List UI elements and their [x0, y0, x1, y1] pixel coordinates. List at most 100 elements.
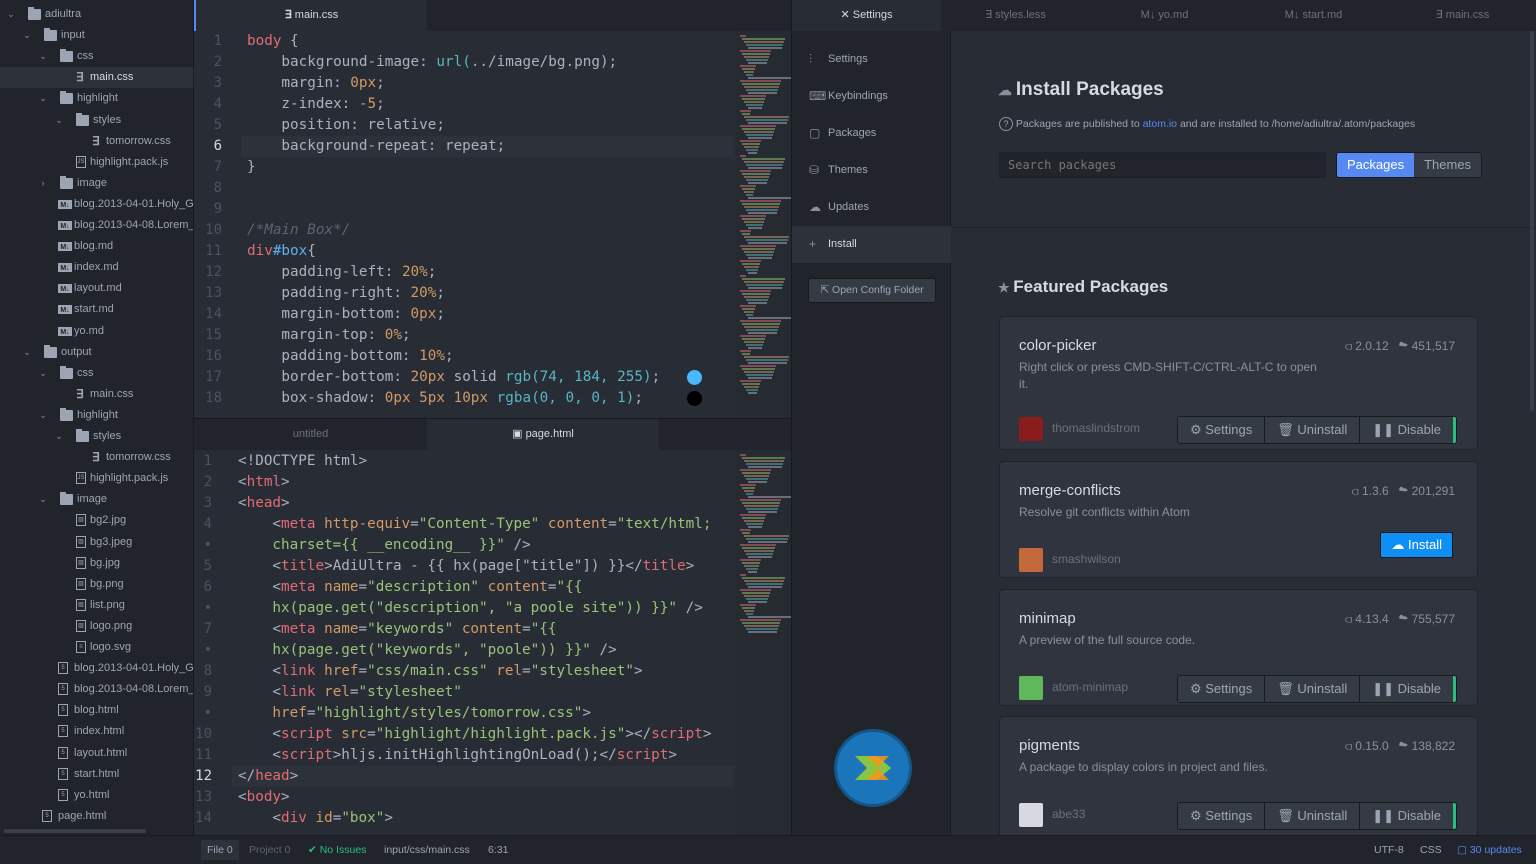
tree-item-file[interactable]: 5 page.html — [0, 806, 193, 827]
tree-item-file[interactable]: 5 blog.2013-04-08.Lorem_I — [0, 679, 193, 700]
tab-start-md[interactable]: M↓ start.md — [1239, 0, 1388, 31]
packages-toggle-button[interactable]: Packages — [1337, 153, 1415, 177]
linter-project-tab[interactable]: Project 0 — [243, 840, 296, 860]
cursor-position[interactable]: 6:31 — [488, 836, 508, 864]
tree-item-folder[interactable]: ⌄ styles — [0, 110, 193, 131]
tree-item-folder[interactable]: ⌄ output — [0, 342, 193, 363]
tree-item-file[interactable]: 5 start.html — [0, 764, 193, 785]
tab-main-css[interactable]: ∃ main.css — [194, 0, 427, 31]
disable-button[interactable]: ❚❚ Disable — [1360, 803, 1456, 829]
uninstall-button[interactable]: 🗑 Uninstall — [1265, 803, 1361, 829]
file-path[interactable]: input/css/main.css — [384, 836, 470, 864]
author-name[interactable]: abe33 — [1052, 807, 1085, 821]
package-settings-button[interactable]: ⚙ Settings — [1177, 803, 1266, 829]
linter-status[interactable]: ✔ No Issues — [308, 836, 366, 864]
disable-button[interactable]: ❚❚ Disable — [1360, 676, 1456, 702]
tab-page-html[interactable]: ▣ page.html — [427, 419, 659, 450]
linter-file-tab[interactable]: File 0 — [201, 840, 239, 860]
tree-item-folder[interactable]: ⌄ css — [0, 363, 193, 384]
package-name[interactable]: minimap — [1019, 610, 1076, 627]
uninstall-button[interactable]: 🗑 Uninstall — [1265, 417, 1361, 443]
tree-item-file[interactable]: M↓ start.md — [0, 299, 193, 320]
chevron-down-icon[interactable]: ⌄ — [54, 110, 64, 131]
tree-item-file[interactable]: M↓ blog.md — [0, 236, 193, 257]
settings-nav-settings[interactable]: ⫶ Settings — [792, 41, 951, 78]
tree-item-file[interactable]: 5 blog.2013-04-01.Holy_Gr — [0, 658, 193, 679]
tree-item-file[interactable]: JS highlight.pack.js — [0, 468, 193, 489]
tree-item-file[interactable]: M↓ blog.2013-04-01.Holy_Gr — [0, 194, 193, 215]
settings-nav-packages[interactable]: ▢ Packages — [792, 115, 951, 152]
tree-item-file[interactable]: ▨ bg.png — [0, 574, 193, 595]
tree-item-file[interactable]: M↓ layout.md — [0, 278, 193, 299]
package-settings-button[interactable]: ⚙ Settings — [1177, 676, 1266, 702]
tree-item-folder[interactable]: ⌄ css — [0, 46, 193, 67]
file-encoding[interactable]: UTF-8 — [1374, 836, 1404, 864]
tree-item-file[interactable]: JS highlight.pack.js — [0, 152, 193, 173]
tree-item-file[interactable]: ▨ list.png — [0, 595, 193, 616]
grammar-selector[interactable]: CSS — [1420, 836, 1442, 864]
tree-item-folder[interactable]: ⌄ highlight — [0, 88, 193, 109]
package-name[interactable]: color-picker — [1019, 337, 1097, 354]
settings-nav-updates[interactable]: ☁ Updates — [792, 189, 951, 226]
tree-item-folder[interactable]: ⌄ highlight — [0, 405, 193, 426]
tree-item-folder[interactable]: ⌄ styles — [0, 426, 193, 447]
author-name[interactable]: thomaslindstrom — [1052, 421, 1140, 435]
disable-button[interactable]: ❚❚ Disable — [1360, 417, 1456, 443]
tab-styles-less[interactable]: ∃ styles.less — [941, 0, 1090, 31]
tree-item-file[interactable]: ∃ tomorrow.css — [0, 131, 193, 152]
chevron-down-icon[interactable]: ⌄ — [22, 25, 32, 46]
themes-toggle-button[interactable]: Themes — [1414, 153, 1482, 177]
tree-item-file[interactable]: M↓ blog.2013-04-08.Lorem_I — [0, 215, 193, 236]
chevron-down-icon[interactable]: ⌄ — [6, 4, 16, 25]
settings-nav-keybindings[interactable]: ⌨ Keybindings — [792, 78, 951, 115]
updates-indicator[interactable]: ▢ 30 updates — [1457, 836, 1522, 864]
tab-untitled[interactable]: untitled — [194, 419, 427, 450]
tree-item-file[interactable]: ▨ bg3.jpeg — [0, 532, 193, 553]
tree-item-file[interactable]: M↓ yo.md — [0, 321, 193, 342]
tree-item-file[interactable]: ▨ logo.png — [0, 616, 193, 637]
scrollbar[interactable] — [1530, 31, 1534, 411]
tree-item-folder[interactable]: ⌄ input — [0, 25, 193, 46]
tree-item-file[interactable]: ∃ tomorrow.css — [0, 447, 193, 468]
tree-item-folder[interactable]: ⌄ image — [0, 489, 193, 510]
package-name[interactable]: pigments — [1019, 737, 1080, 754]
chevron-down-icon[interactable]: ⌄ — [54, 426, 64, 447]
chevron-down-icon[interactable]: ⌄ — [38, 405, 48, 426]
open-config-folder-button[interactable]: ⇱ Open Config Folder — [808, 278, 936, 303]
css-file-icon: ∃ — [1435, 9, 1446, 21]
tree-item-file[interactable]: ▨ bg.jpg — [0, 553, 193, 574]
tree-horizontal-scrollbar[interactable] — [4, 829, 146, 833]
package-name[interactable]: merge-conflicts — [1019, 482, 1121, 499]
tab-main-css[interactable]: ∃ main.css — [1388, 0, 1536, 31]
package-settings-button[interactable]: ⚙ Settings — [1177, 417, 1266, 443]
chevron-down-icon[interactable]: ⌄ — [38, 46, 48, 67]
tree-item-file[interactable]: M↓ index.md — [0, 257, 193, 278]
author-name[interactable]: smashwilson — [1052, 552, 1121, 566]
tree-item-file[interactable]: ≡ logo.svg — [0, 637, 193, 658]
author-name[interactable]: atom-minimap — [1052, 680, 1128, 694]
tree-item-file[interactable]: 5 index.html — [0, 721, 193, 742]
atom-io-link[interactable]: atom.io — [1143, 118, 1177, 130]
chevron-down-icon[interactable]: ⌄ — [38, 489, 48, 510]
settings-nav-themes[interactable]: ⛁ Themes — [792, 152, 951, 189]
tree-item-file[interactable]: 5 layout.html — [0, 743, 193, 764]
minimap[interactable] — [736, 450, 792, 836]
chevron-down-icon[interactable]: ⌄ — [38, 363, 48, 384]
settings-nav-install[interactable]: + Install — [792, 226, 951, 263]
chevron-right-icon[interactable]: › — [38, 173, 48, 194]
uninstall-button[interactable]: 🗑 Uninstall — [1265, 676, 1361, 702]
tree-item-folder[interactable]: › image — [0, 173, 193, 194]
tree-item-file[interactable]: 5 yo.html — [0, 785, 193, 806]
tree-item-file[interactable]: ∃ main.css — [0, 67, 193, 89]
tree-item-file[interactable]: 5 blog.html — [0, 700, 193, 721]
tree-item-file[interactable]: ▨ bg2.jpg — [0, 510, 193, 531]
tab-yo-md[interactable]: M↓ yo.md — [1090, 0, 1239, 31]
tree-item-folder[interactable]: ⌄ adiultra — [0, 4, 193, 25]
install-button[interactable]: ☁ Install — [1380, 532, 1453, 558]
chevron-down-icon[interactable]: ⌄ — [38, 88, 48, 109]
minimap[interactable] — [736, 31, 792, 418]
tab-settings[interactable]: ✕ Settings — [792, 0, 941, 31]
chevron-down-icon[interactable]: ⌄ — [22, 342, 32, 363]
tree-item-file[interactable]: ∃ main.css — [0, 384, 193, 405]
search-packages-input[interactable] — [999, 152, 1326, 178]
